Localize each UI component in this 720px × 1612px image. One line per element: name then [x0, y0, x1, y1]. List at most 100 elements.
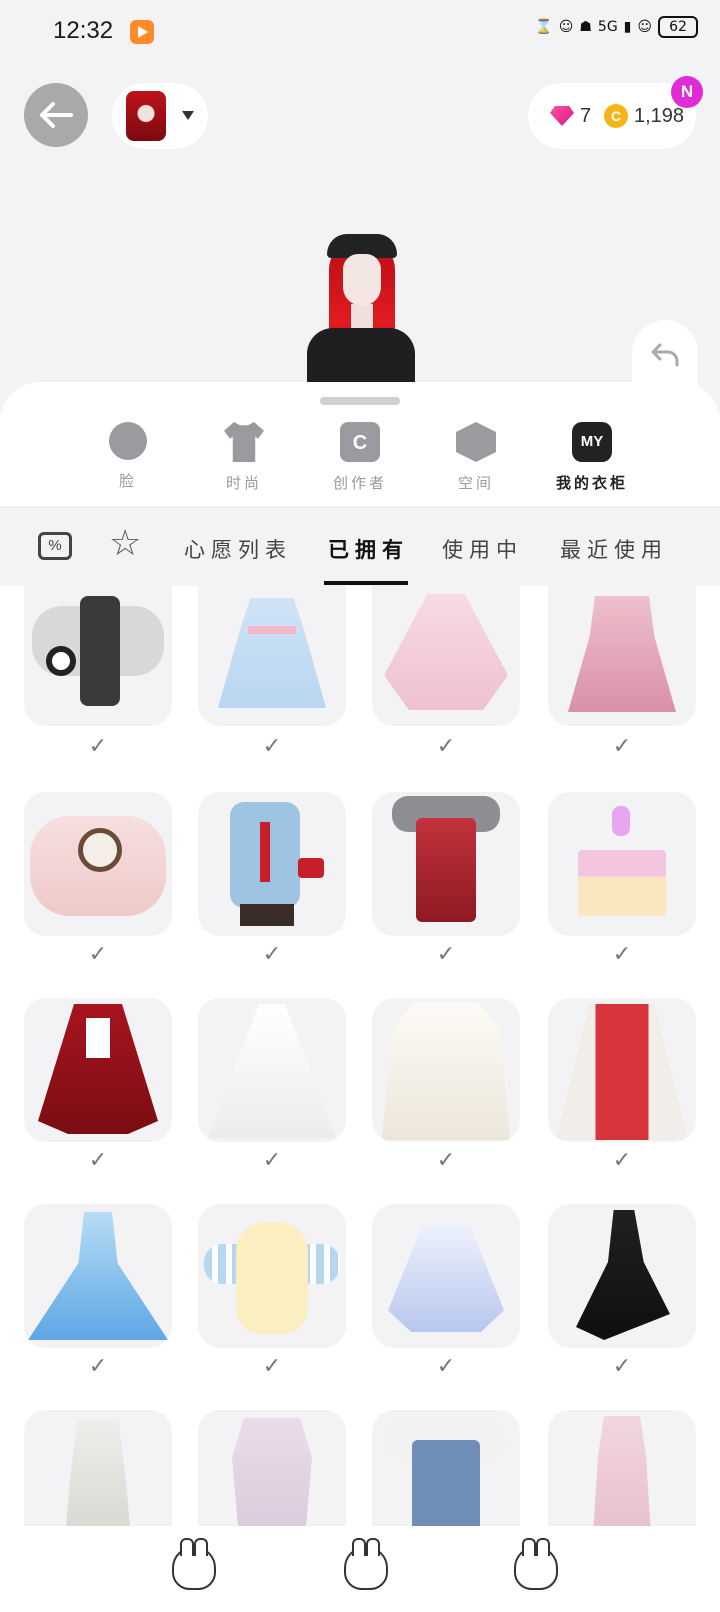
sheet-grabber[interactable] — [320, 397, 400, 405]
bear-icon — [78, 828, 122, 872]
battery-icon: 62 — [658, 16, 698, 38]
chevron-down-icon — [182, 111, 194, 120]
nav-bunny-right[interactable] — [514, 1538, 558, 1590]
item-art — [248, 626, 296, 634]
category-face[interactable]: 脸 — [78, 422, 178, 491]
item-card — [372, 792, 520, 936]
check-icon: ✓ — [436, 1354, 456, 1379]
video-app-icon — [130, 20, 154, 44]
grid-item[interactable]: ✓ — [24, 586, 172, 759]
character-face — [343, 254, 381, 306]
character-preview[interactable] — [305, 232, 417, 382]
gem-count: 7 — [580, 104, 592, 127]
panda-icon — [46, 646, 76, 676]
grid-item[interactable]: ✓ — [372, 586, 520, 759]
item-card — [24, 586, 172, 726]
status-icons: ⌛ ☺ ☗ 5G ▮ ☺ 62 — [535, 16, 698, 38]
notification-icon: ☺ — [558, 19, 574, 35]
check-icon: ✓ — [88, 942, 108, 967]
item-art — [384, 594, 508, 710]
item-card — [548, 792, 696, 936]
subtab-bar: % ☆ 心愿列表 已拥有 使用中 最近使用 — [0, 506, 720, 586]
bottom-nav — [0, 1526, 720, 1612]
star-icon[interactable]: ☆ — [109, 526, 141, 562]
check-icon: ✓ — [436, 734, 456, 759]
check-icon: ✓ — [262, 942, 282, 967]
arrow-left-icon — [40, 102, 73, 128]
item-card — [198, 586, 346, 726]
grid-item[interactable] — [198, 1410, 346, 1536]
handbag-icon — [298, 858, 324, 878]
item-art — [64, 1420, 132, 1536]
nav-bunny-center[interactable] — [344, 1538, 388, 1590]
nav-bunny-left[interactable] — [172, 1538, 216, 1590]
grid-item[interactable] — [24, 1410, 172, 1536]
tab-recent[interactable]: 最近使用 — [560, 534, 668, 564]
item-art — [260, 822, 270, 882]
item-card — [198, 998, 346, 1142]
grid-item[interactable]: ✓ — [548, 998, 696, 1173]
item-art — [412, 1440, 480, 1536]
grid-item[interactable]: ✓ — [198, 586, 346, 759]
grid-item[interactable] — [372, 1410, 520, 1536]
undo-icon — [651, 343, 679, 367]
grid-item[interactable]: ✓ — [24, 792, 172, 967]
category-space[interactable]: 空间 — [426, 422, 526, 493]
grid-item[interactable]: ✓ — [548, 586, 696, 759]
grid-item[interactable]: ✓ — [24, 998, 172, 1173]
bunny-icon — [344, 1538, 388, 1590]
category-label: 我的衣柜 — [555, 474, 628, 492]
item-art — [236, 1222, 308, 1334]
tab-in-use[interactable]: 使用中 — [442, 534, 523, 564]
notification-badge[interactable]: N — [671, 76, 703, 108]
check-icon: ✓ — [436, 1148, 456, 1173]
category-fashion[interactable]: 时尚 — [194, 422, 294, 493]
signal-icon: ▮ — [623, 19, 632, 35]
item-card — [372, 1204, 520, 1348]
grid-item[interactable]: ✓ — [198, 1204, 346, 1379]
item-card — [548, 998, 696, 1142]
item-art — [218, 598, 326, 708]
item-card — [24, 1410, 172, 1536]
grid-item[interactable]: ✓ — [24, 1204, 172, 1379]
check-icon: ✓ — [612, 734, 632, 759]
grid-item[interactable]: ✓ — [372, 998, 520, 1173]
creator-bag-icon: C — [340, 422, 380, 462]
grid-item[interactable]: ✓ — [372, 792, 520, 967]
coupon-icon[interactable]: % — [38, 532, 72, 560]
tab-wishlist[interactable]: 心愿列表 — [184, 534, 292, 564]
item-card — [24, 1204, 172, 1348]
item-card — [372, 1410, 520, 1536]
check-icon: ✓ — [612, 1354, 632, 1379]
item-card — [548, 586, 696, 726]
grid-item[interactable]: ✓ — [548, 792, 696, 967]
bunny-icon — [172, 1538, 216, 1590]
check-icon: ✓ — [88, 1354, 108, 1379]
item-art — [240, 904, 294, 926]
tab-owned[interactable]: 已拥有 — [328, 534, 409, 564]
space-cube-icon — [456, 422, 496, 462]
item-card — [198, 1204, 346, 1348]
avatar-switcher[interactable] — [112, 83, 208, 149]
cake-icon — [578, 850, 666, 916]
back-button[interactable] — [24, 83, 88, 147]
item-card — [372, 998, 520, 1142]
check-icon: ✓ — [262, 734, 282, 759]
item-art — [208, 1004, 336, 1138]
category-label: 脸 — [118, 472, 137, 490]
grid-item[interactable]: ✓ — [198, 998, 346, 1173]
item-grid: ✓ ✓ ✓ ✓ ✓ ✓ ✓ ✓ ✓ ✓ ✓ ✓ ✓ ✓ ✓ ✓ — [0, 586, 720, 1536]
grid-item[interactable] — [548, 1410, 696, 1536]
category-my-closet[interactable]: MY 我的衣柜 — [542, 422, 642, 493]
check-icon: ✓ — [88, 1148, 108, 1173]
grid-item[interactable]: ✓ — [198, 792, 346, 967]
check-icon: ✓ — [262, 1354, 282, 1379]
item-art — [382, 1002, 510, 1140]
avatar — [126, 91, 166, 141]
item-art — [568, 596, 676, 712]
grid-item[interactable]: ✓ — [548, 1204, 696, 1379]
category-creator[interactable]: C 创作者 — [310, 422, 410, 493]
grid-item[interactable]: ✓ — [372, 1204, 520, 1379]
item-card — [548, 1410, 696, 1536]
item-art — [28, 1212, 168, 1340]
